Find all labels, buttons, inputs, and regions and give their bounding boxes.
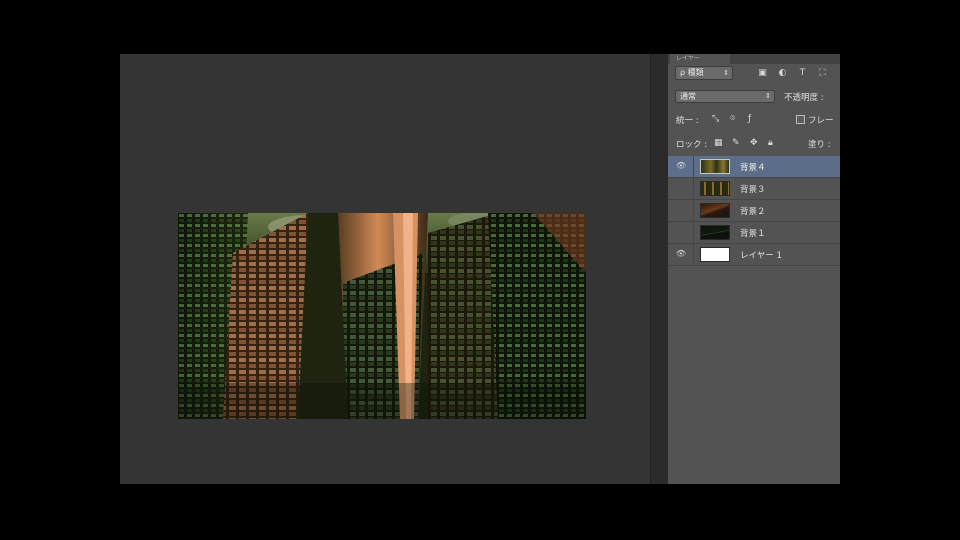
lock-transparent-icon[interactable]: ▦: [714, 137, 723, 149]
layer-name: 背景４: [740, 163, 766, 173]
layer-name: レイヤー 1: [740, 251, 782, 261]
divider: [693, 156, 694, 177]
layer-row[interactable]: 👁︎ 背景３: [668, 178, 840, 200]
shape-filter-icon[interactable]: ⛶: [816, 67, 829, 79]
propagate-frame-checkbox[interactable]: [796, 115, 805, 124]
layer-row[interactable]: 👁︎ レイヤー 1: [668, 244, 840, 266]
layer-thumbnail: [700, 181, 730, 196]
blend-row: 通常 ⇕ 不透明度 :: [668, 85, 840, 107]
unify-label: 統一 :: [676, 116, 699, 126]
eye-icon[interactable]: 👁︎: [674, 160, 688, 172]
document-image[interactable]: [178, 213, 586, 419]
eye-icon[interactable]: 👁︎: [674, 248, 688, 260]
blend-mode-value: 通常: [680, 92, 696, 101]
lock-image-icon[interactable]: ✎: [732, 137, 740, 149]
city-buildings-artwork: [178, 213, 586, 419]
layer-thumbnail: [700, 247, 730, 262]
frame-label: フレー: [808, 116, 834, 126]
divider: [693, 178, 694, 199]
layer-row[interactable]: 👁︎ 背景２: [668, 200, 840, 222]
layer-name: 背景２: [740, 207, 766, 217]
lock-label: ロック :: [676, 140, 708, 150]
unify-position-icon[interactable]: ⤡: [712, 113, 719, 125]
eye-icon[interactable]: 👁︎: [674, 226, 688, 238]
layer-name: 背景３: [740, 185, 766, 195]
document-canvas-area[interactable]: [120, 54, 668, 484]
unify-style-icon[interactable]: ƒ: [748, 113, 751, 125]
divider: [693, 200, 694, 221]
eye-icon[interactable]: 👁︎: [674, 204, 688, 216]
kind-filter-label: ρ 種類: [680, 68, 704, 77]
image-filter-icon[interactable]: ▣: [756, 67, 769, 79]
layer-name: 背景１: [740, 229, 766, 239]
type-filter-icon[interactable]: T: [796, 67, 809, 79]
adjustment-filter-icon[interactable]: ◐: [776, 67, 789, 79]
chevron-down-icon: ⇕: [723, 69, 729, 77]
opacity-label: 不透明度 :: [784, 93, 824, 103]
layer-list: 👁︎ 背景４ 👁︎ 背景３ 👁︎ 背景２ 👁︎ 背景１ 👁︎: [668, 156, 840, 266]
fill-label: 塗り :: [808, 140, 831, 150]
layer-row[interactable]: 👁︎ 背景４: [668, 156, 840, 178]
eye-icon[interactable]: 👁︎: [674, 182, 688, 194]
divider: [693, 244, 694, 265]
layer-thumbnail: [700, 203, 730, 218]
unify-visibility-icon[interactable]: ⌾: [730, 113, 735, 125]
divider: [693, 222, 694, 243]
lock-position-icon[interactable]: ✥: [750, 137, 758, 149]
kind-filter-select[interactable]: ρ 種類 ⇕: [675, 66, 733, 80]
filter-row: ρ 種類 ⇕ ▣ ◐ T ⛶: [668, 62, 840, 84]
layer-thumbnail: [700, 159, 730, 174]
lock-row: ロック : ▦ ✎ ✥ 🔒︎ 塗り :: [668, 133, 840, 155]
blend-mode-select[interactable]: 通常 ⇕: [675, 90, 775, 103]
layer-row[interactable]: 👁︎ 背景１: [668, 222, 840, 244]
chevron-down-icon: ⇕: [765, 92, 771, 100]
lock-all-icon[interactable]: 🔒︎: [768, 137, 773, 149]
unify-row: 統一 : ⤡ ⌾ ƒ フレー: [668, 108, 840, 130]
layers-panel: レイヤー ρ 種類 ⇕ ▣ ◐ T ⛶ 通常 ⇕ 不透明度 : 統一 : ⤡ ⌾…: [668, 54, 840, 484]
layer-thumbnail: [700, 225, 730, 240]
panel-splitter[interactable]: [650, 54, 669, 484]
